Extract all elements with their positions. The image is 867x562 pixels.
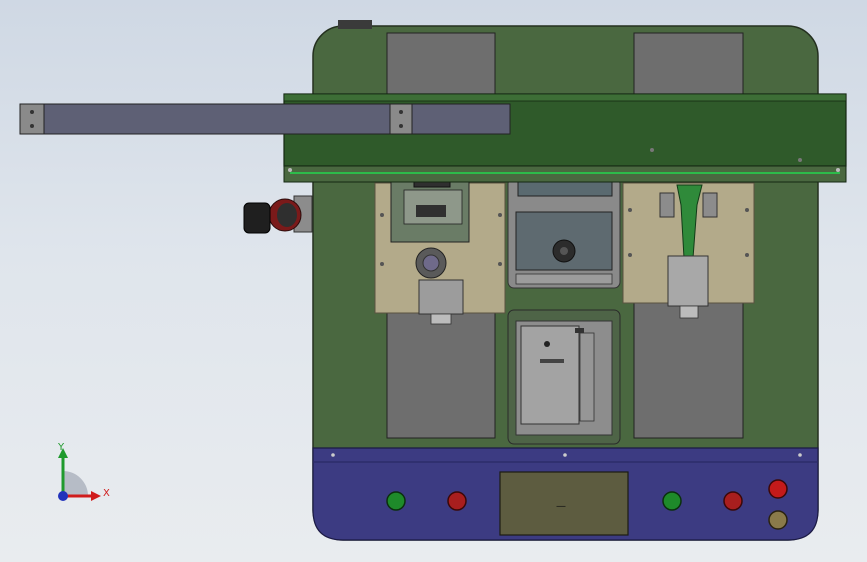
- right-spring-cap: [679, 305, 699, 319]
- reset-button[interactable]: [768, 510, 788, 530]
- control-box-label: [540, 359, 564, 363]
- rail-bolt-1: [288, 168, 292, 172]
- control-box[interactable]: [520, 325, 580, 425]
- right-bracket-right: [702, 192, 718, 218]
- upper-right-slot[interactable]: [633, 32, 744, 96]
- triad-sector: [63, 471, 88, 496]
- extended-arm[interactable]: [19, 103, 511, 135]
- right-spring-block[interactable]: [667, 255, 709, 307]
- start-indicator-1[interactable]: [386, 491, 406, 511]
- stop-indicator-1[interactable]: [447, 491, 467, 511]
- control-box-led: [544, 341, 550, 347]
- panel-display-text: —: [556, 501, 566, 512]
- panel-screw-3: [798, 453, 802, 457]
- control-box-side: [579, 332, 595, 422]
- arm-end-bolt-2: [30, 124, 34, 128]
- motor-driver-chip: [416, 205, 446, 217]
- center-housing-top: [517, 181, 613, 197]
- knob-face: [277, 203, 297, 227]
- left-spring-cap: [430, 313, 452, 325]
- arm-carriage-clamp[interactable]: [389, 103, 413, 135]
- clamp-bolt-2: [399, 124, 403, 128]
- panel-screw-2: [563, 453, 567, 457]
- right-bracket-left: [659, 192, 675, 218]
- coordinate-triad-icon: Y X: [48, 440, 123, 510]
- left-plate-hole-2: [380, 262, 384, 266]
- emergency-button[interactable]: [768, 479, 788, 499]
- right-plate-hole-3: [745, 208, 749, 212]
- left-plate-hole-4: [498, 262, 502, 266]
- left-spring-block[interactable]: [418, 279, 464, 315]
- left-plate-hole-1: [380, 213, 384, 217]
- conveyor-rail-top-edge: [283, 93, 847, 102]
- start-indicator-2[interactable]: [662, 491, 682, 511]
- z-axis-dot: [58, 491, 68, 501]
- clamp-bolt-1: [399, 110, 403, 114]
- machine-assembly[interactable]: —: [0, 0, 867, 562]
- right-plate-hole-2: [628, 253, 632, 257]
- knob-handle[interactable]: [243, 202, 271, 234]
- stop-indicator-2[interactable]: [723, 491, 743, 511]
- upper-left-slot[interactable]: [386, 32, 496, 96]
- control-box-port: [575, 328, 584, 333]
- right-plate-hole-4: [745, 253, 749, 257]
- right-plate-hole-1: [628, 208, 632, 212]
- x-axis-label: X: [103, 488, 110, 499]
- arm-end-bolt-1: [30, 110, 34, 114]
- center-knob-hub: [560, 247, 568, 255]
- left-plate-hole-3: [498, 213, 502, 217]
- left-roller-hub: [422, 254, 440, 272]
- x-axis-head: [91, 491, 101, 501]
- rail-bolt-3: [650, 148, 654, 152]
- center-housing-base: [515, 273, 613, 285]
- lower-right-slot[interactable]: [633, 299, 744, 439]
- rail-bolt-4: [798, 158, 802, 162]
- y-axis-label: Y: [58, 442, 65, 453]
- rail-bolt-2: [836, 168, 840, 172]
- arm-end-cap: [19, 103, 45, 135]
- panel-screw-1: [331, 453, 335, 457]
- frame-tab: [338, 20, 372, 29]
- cad-viewport[interactable]: — Y X: [0, 0, 867, 562]
